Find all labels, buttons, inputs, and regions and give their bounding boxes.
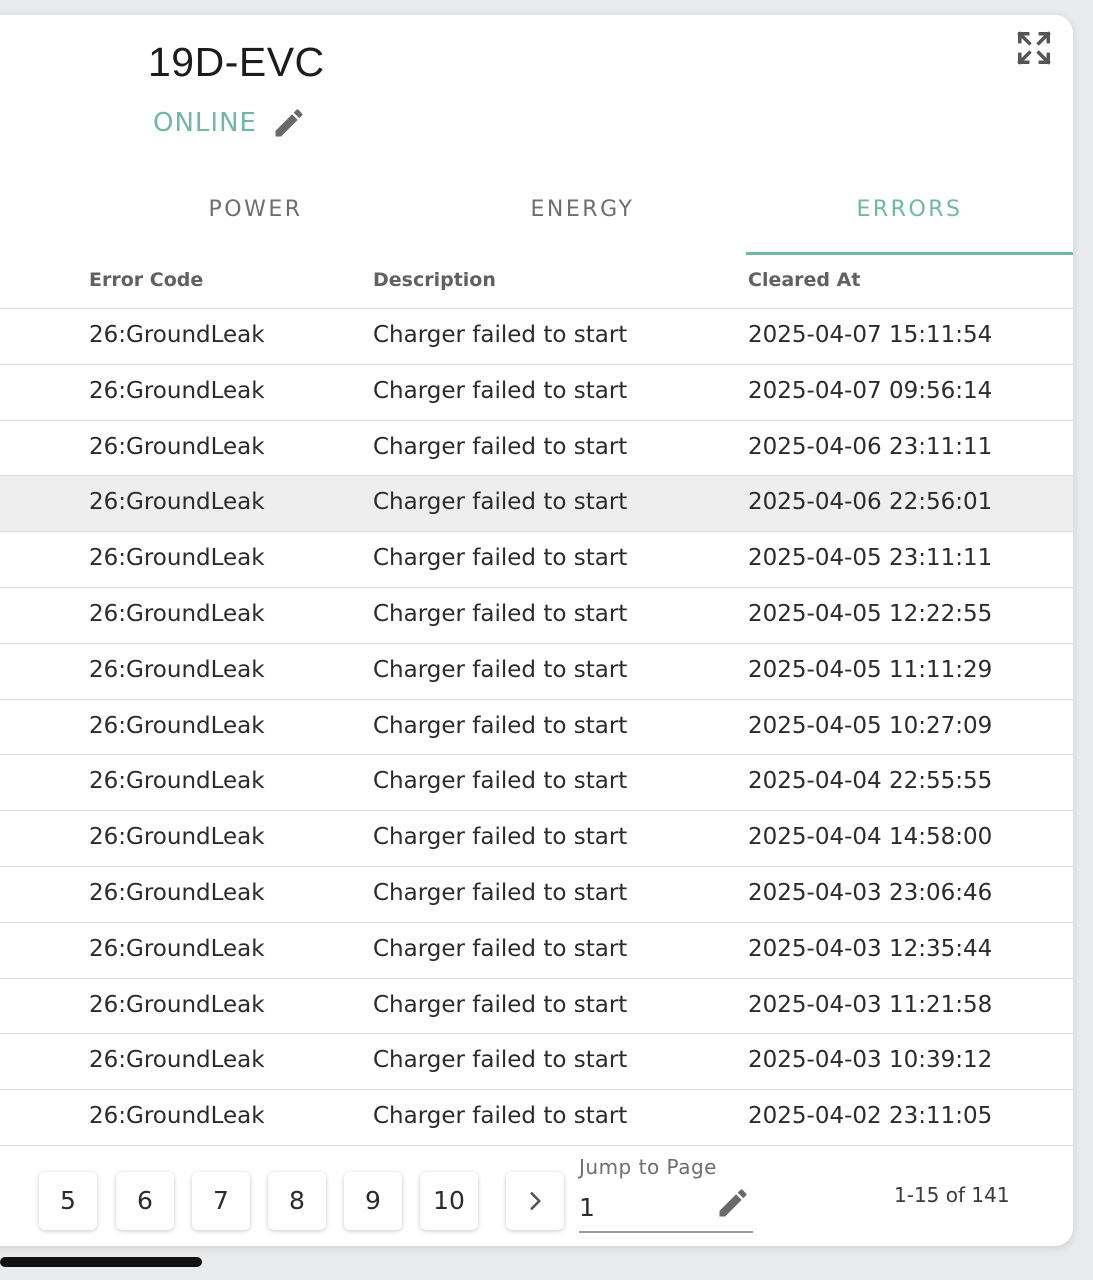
description-cell: Charger failed to start <box>373 545 628 572</box>
error-code-cell: 26:GroundLeak <box>89 600 265 627</box>
description-cell: Charger failed to start <box>373 656 628 683</box>
cleared-at-cell: 2025-04-07 15:11:54 <box>748 322 993 348</box>
page-button-5[interactable]: 5 <box>39 1172 97 1230</box>
table-row[interactable]: 26:GroundLeak Charger failed to start 2025… <box>0 309 1073 365</box>
pagination-range: 1-15 of 141 <box>894 1183 1010 1207</box>
tab-power[interactable]: POWER <box>92 173 419 255</box>
description-cell: Charger failed to start <box>373 712 628 739</box>
error-code-cell: 26:GroundLeak <box>89 656 265 683</box>
table-row[interactable]: 26:GroundLeak Charger failed to start 2025… <box>0 365 1073 421</box>
tab-energy[interactable]: ENERGY <box>419 173 746 255</box>
cleared-at-cell: 2025-04-02 23:11:05 <box>748 1103 993 1130</box>
error-code-cell: 26:GroundLeak <box>89 1103 265 1130</box>
jump-to-page-input[interactable] <box>579 1193 699 1222</box>
error-code-cell: 26:GroundLeak <box>89 879 265 906</box>
page-button-7[interactable]: 7 <box>192 1172 250 1230</box>
cleared-at-cell: 2025-04-07 09:56:14 <box>748 377 993 404</box>
chevron-right-icon <box>530 1192 541 1210</box>
cleared-at-cell: 2025-04-03 11:21:58 <box>748 991 993 1018</box>
table-row[interactable]: 26:GroundLeak Charger failed to start 2025… <box>0 532 1073 588</box>
column-header-description[interactable]: Description <box>373 269 496 291</box>
description-cell: Charger failed to start <box>373 600 628 627</box>
cleared-at-cell: 2025-04-03 10:39:12 <box>748 1047 993 1074</box>
pagination: Jump to Page 1-15 of 141 45678910 <box>0 1155 1073 1246</box>
description-cell: Charger failed to start <box>373 991 628 1018</box>
error-code-cell: 26:GroundLeak <box>89 545 265 572</box>
description-cell: Charger failed to start <box>373 1047 628 1074</box>
device-card: 19D-EVC ONLINE POWER ENERGY ERRORS Error… <box>0 15 1073 1246</box>
table-row[interactable]: 26:GroundLeak Charger failed to start 2025… <box>0 476 1073 533</box>
table-row[interactable]: 26:GroundLeak Charger failed to start 2025… <box>0 588 1073 644</box>
error-table-body: 26:GroundLeak Charger failed to start 2025… <box>0 309 1073 1146</box>
cleared-at-cell: 2025-04-04 14:58:00 <box>748 824 993 851</box>
jump-to-page-label: Jump to Page <box>579 1155 717 1179</box>
table-row[interactable]: 26:GroundLeak Charger failed to start 2025… <box>0 421 1073 477</box>
table-row[interactable]: 26:GroundLeak Charger failed to start 2025… <box>0 755 1073 812</box>
table-row[interactable]: 26:GroundLeak Charger failed to start 2025… <box>0 979 1073 1035</box>
column-header-cleared-at[interactable]: Cleared At <box>748 269 860 291</box>
error-code-cell: 26:GroundLeak <box>89 991 265 1018</box>
table-row[interactable]: 26:GroundLeak Charger failed to start 2025… <box>0 700 1073 756</box>
column-header-error-code[interactable]: Error Code <box>89 269 203 291</box>
error-code-cell: 26:GroundLeak <box>89 935 265 962</box>
tab-errors[interactable]: ERRORS <box>746 173 1073 255</box>
description-cell: Charger failed to start <box>373 935 628 962</box>
cleared-at-cell: 2025-04-05 10:27:09 <box>748 712 993 739</box>
cleared-at-cell: 2025-04-06 22:56:01 <box>748 489 993 516</box>
next-page-button[interactable] <box>506 1172 564 1230</box>
description-cell: Charger failed to start <box>373 489 628 516</box>
pencil-icon[interactable] <box>715 1185 751 1221</box>
expand-icon[interactable] <box>1015 29 1053 67</box>
error-code-cell: 26:GroundLeak <box>89 712 265 739</box>
table-row[interactable]: 26:GroundLeak Charger failed to start 2025… <box>0 644 1073 700</box>
status-row: ONLINE <box>153 105 307 141</box>
description-cell: Charger failed to start <box>373 433 628 460</box>
horizontal-scrollbar[interactable] <box>0 1257 202 1267</box>
cleared-at-cell: 2025-04-05 11:11:29 <box>748 656 993 683</box>
error-code-cell: 26:GroundLeak <box>89 489 265 516</box>
jump-to-page-field <box>579 1185 753 1233</box>
error-code-cell: 26:GroundLeak <box>89 1047 265 1074</box>
table-row[interactable]: 26:GroundLeak Charger failed to start 2025… <box>0 867 1073 923</box>
table-row[interactable]: 26:GroundLeak Charger failed to start 2025… <box>0 923 1073 979</box>
status-label: ONLINE <box>153 108 257 138</box>
description-cell: Charger failed to start <box>373 879 628 906</box>
table-header: Error Code Description Cleared At <box>0 255 1073 309</box>
cleared-at-cell: 2025-04-03 12:35:44 <box>748 935 993 962</box>
page-button-9[interactable]: 9 <box>344 1172 402 1230</box>
table-row[interactable]: 26:GroundLeak Charger failed to start 2025… <box>0 1090 1073 1146</box>
page-button-8[interactable]: 8 <box>268 1172 326 1230</box>
error-code-cell: 26:GroundLeak <box>89 824 265 851</box>
error-code-cell: 26:GroundLeak <box>89 768 265 795</box>
device-title: 19D-EVC <box>148 39 325 85</box>
description-cell: Charger failed to start <box>373 377 628 404</box>
cleared-at-cell: 2025-04-03 23:06:46 <box>748 879 993 906</box>
description-cell: Charger failed to start <box>373 768 628 795</box>
page-button-6[interactable]: 6 <box>116 1172 174 1230</box>
pencil-icon[interactable] <box>271 105 307 141</box>
cleared-at-cell: 2025-04-04 22:55:55 <box>748 768 993 795</box>
cleared-at-cell: 2025-04-05 23:11:11 <box>748 545 993 572</box>
table-row[interactable]: 26:GroundLeak Charger failed to start 2025… <box>0 1034 1073 1091</box>
description-cell: Charger failed to start <box>373 322 628 348</box>
tab-bar: POWER ENERGY ERRORS <box>92 173 1073 255</box>
description-cell: Charger failed to start <box>373 824 628 851</box>
table-row[interactable]: 26:GroundLeak Charger failed to start 2025… <box>0 811 1073 867</box>
cleared-at-cell: 2025-04-05 12:22:55 <box>748 600 993 627</box>
description-cell: Charger failed to start <box>373 1103 628 1130</box>
cleared-at-cell: 2025-04-06 23:11:11 <box>748 433 993 460</box>
error-code-cell: 26:GroundLeak <box>89 377 265 404</box>
page-button-10[interactable]: 10 <box>420 1172 478 1230</box>
error-code-cell: 26:GroundLeak <box>89 433 265 460</box>
error-code-cell: 26:GroundLeak <box>89 322 265 348</box>
